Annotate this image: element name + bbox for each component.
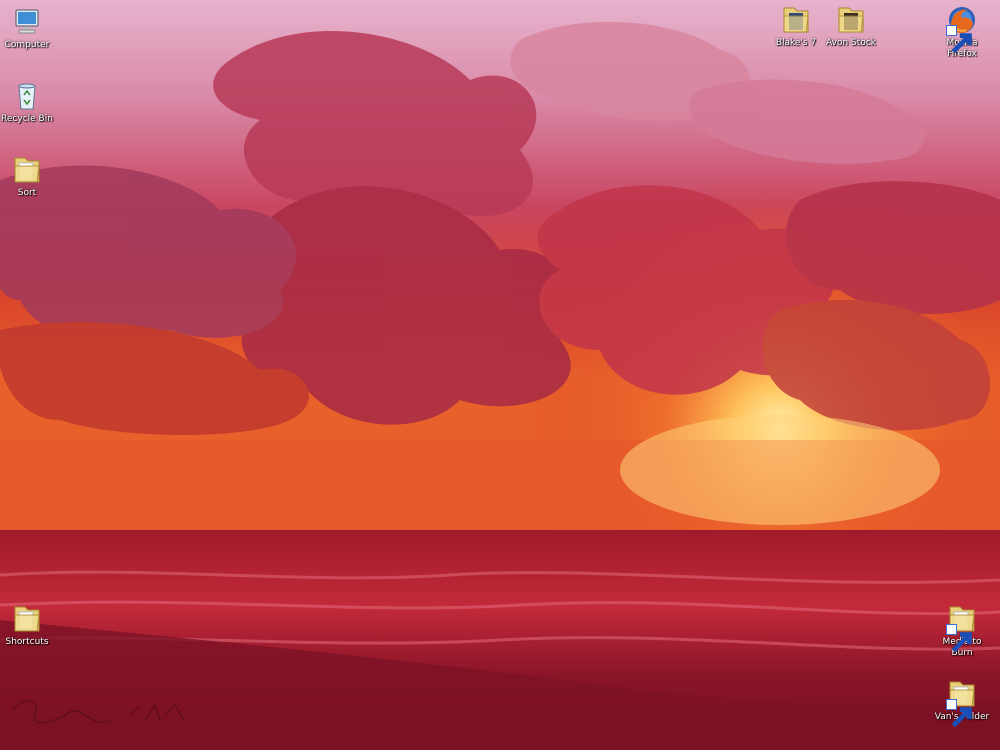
- folder-icon: [835, 4, 867, 36]
- desktop-icon-label: Computer: [4, 40, 50, 50]
- desktop-icon-computer[interactable]: Computer: [0, 6, 62, 51]
- desktop-icon-label: Sort: [17, 188, 37, 198]
- folder-icon: [946, 603, 978, 653]
- desktop-icon-label: Recycle Bin: [1, 114, 53, 124]
- desktop-icon-avon-stock[interactable]: Avon Stock: [816, 4, 886, 49]
- desktop-icon-shortcuts[interactable]: Shortcuts: [0, 603, 62, 648]
- folder-icon: [11, 603, 43, 635]
- shortcut-arrow-icon: [946, 699, 972, 728]
- folder-icon: [11, 154, 43, 186]
- desktop-icon-media-to-burn[interactable]: Media to Burn: [927, 603, 997, 659]
- desktop-icon-mozilla-firefox[interactable]: Mozilla Firefox: [927, 4, 997, 60]
- firefox-icon: [946, 4, 978, 54]
- computer-icon: [11, 6, 43, 38]
- shortcut-arrow-icon: [946, 25, 972, 54]
- desktop-icon-vans-folder[interactable]: Van's Folder: [927, 678, 997, 728]
- desktop-icon-label: Avon Stock: [826, 38, 876, 48]
- desktop-icon-label: Shortcuts: [5, 637, 49, 647]
- folder-icon: [946, 678, 978, 728]
- desktop-icon-recycle-bin[interactable]: Recycle Bin: [0, 80, 62, 125]
- folder-icon: [780, 4, 812, 36]
- recycle-bin-icon: [11, 80, 43, 112]
- desktop-wallpaper: [0, 0, 1000, 750]
- shortcut-arrow-icon: [946, 624, 972, 653]
- desktop-icon-sort[interactable]: Sort: [0, 154, 62, 199]
